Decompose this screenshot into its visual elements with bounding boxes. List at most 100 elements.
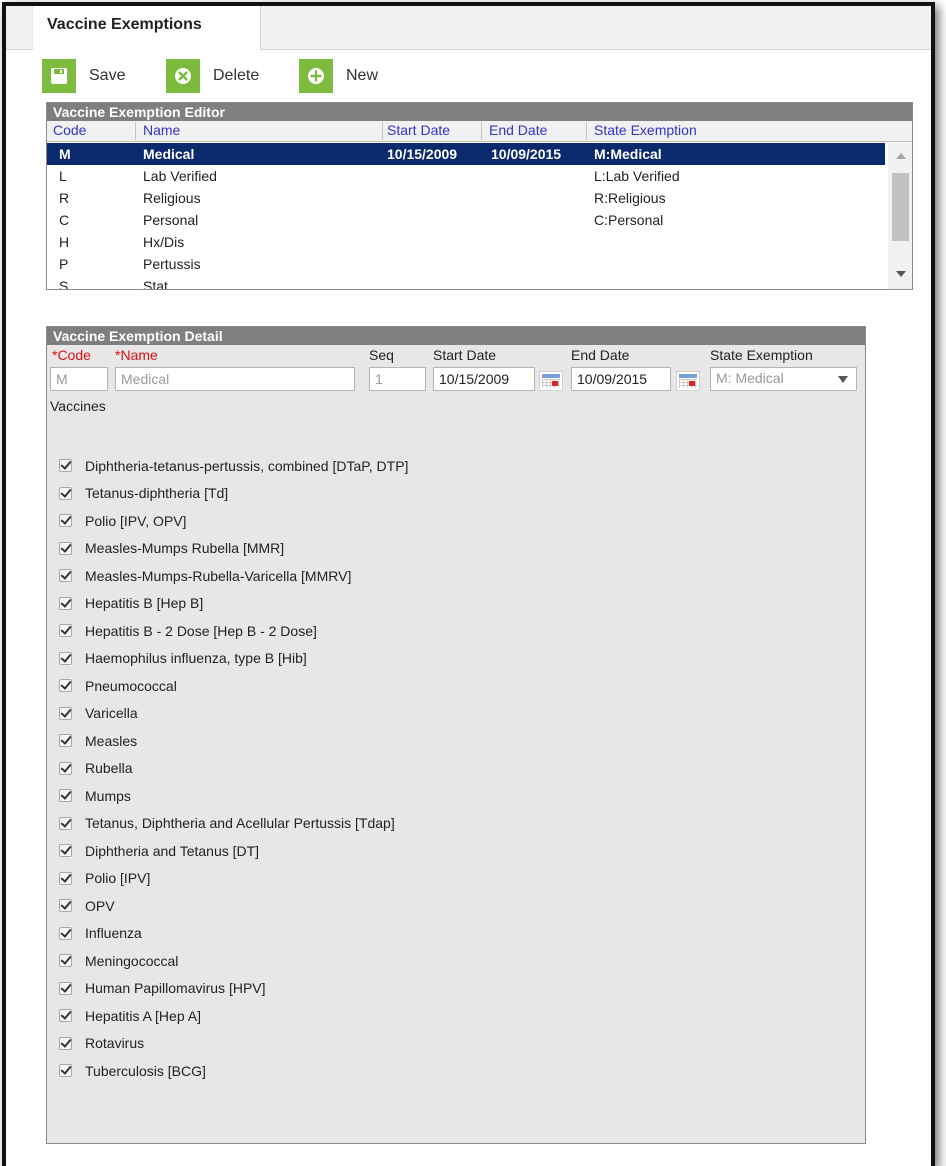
vaccine-checkbox[interactable] [59,816,72,830]
vaccine-label: Varicella [85,705,138,722]
state-exemption-select[interactable]: M: Medical [710,367,857,391]
vaccine-item: Diphtheria-tetanus-pertussis, combined [… [59,452,408,480]
vaccine-checkbox[interactable] [59,954,72,968]
vaccine-checkbox[interactable] [59,706,72,720]
vaccine-item: OPV [59,892,408,920]
cell-code: S [59,278,69,289]
vaccine-label: Measles [85,732,138,749]
state-exemption-value: M: Medical [716,370,784,386]
tab-vaccine-exemptions[interactable]: Vaccine Exemptions [32,6,261,50]
seq-field[interactable] [369,367,426,391]
vaccine-checkbox[interactable] [59,651,72,665]
column-end-date[interactable]: End Date [489,122,547,138]
vaccine-checkbox[interactable] [59,789,72,803]
column-start-date[interactable]: Start Date [387,122,450,138]
table-row[interactable]: R Religious R:Religious [47,187,885,209]
vaccine-checkbox[interactable] [59,899,72,913]
vaccine-checkbox[interactable] [59,871,72,885]
table-row[interactable]: H Hx/Dis [47,231,885,253]
cell-state-exemption: R:Religious [594,190,666,206]
table-row[interactable]: L Lab Verified L:Lab Verified [47,165,885,187]
column-name[interactable]: Name [143,122,180,138]
vaccine-label: Hepatitis B [Hep B] [85,595,204,612]
end-date-calendar-icon[interactable] [676,371,700,391]
vaccine-item: Influenza [59,920,408,948]
delete-label: Delete [213,67,260,84]
vaccine-checkbox[interactable] [59,514,72,528]
vaccine-item: Rotavirus [59,1030,408,1058]
cell-start-date: 10/15/2009 [387,146,458,162]
vaccine-checkbox[interactable] [59,569,72,583]
new-button[interactable]: New [299,59,378,93]
vaccine-checkbox[interactable] [59,679,72,693]
vaccine-checkbox[interactable] [59,734,72,748]
vaccine-label: Tetanus, Diphtheria and Acellular Pertus… [85,815,395,832]
vaccine-checkbox[interactable] [59,541,72,555]
column-code[interactable]: Code [53,122,86,138]
plus-icon [299,59,333,93]
save-icon [42,59,76,93]
vaccine-label: Measles-Mumps-Rubella-Varicella [MMRV] [85,567,352,584]
vaccine-label: Hepatitis B - 2 Dose [Hep B - 2 Dose] [85,622,317,639]
vaccine-item: Diphtheria and Tetanus [DT] [59,837,408,865]
vaccine-item: Polio [IPV] [59,865,408,893]
name-field[interactable] [115,367,355,391]
cell-name: Hx/Dis [143,234,185,250]
vaccine-label: Rubella [85,760,133,777]
vaccine-checkbox[interactable] [59,624,72,638]
vaccine-checkbox[interactable] [59,1064,72,1078]
editor-title: Vaccine Exemption Editor [47,103,912,121]
scroll-up-arrow-icon[interactable] [896,153,906,159]
table-row[interactable]: P Pertussis [47,253,885,275]
vaccine-checkbox[interactable] [59,926,72,940]
save-button[interactable]: Save [42,59,125,93]
start-date-calendar-icon[interactable] [539,371,563,391]
table-row[interactable]: M Medical 10/15/2009 10/09/2015 M:Medical [47,143,885,165]
cell-name: Personal [143,212,199,228]
cell-state-exemption: C:Personal [594,212,664,228]
vaccine-label: Influenza [85,925,142,942]
vaccine-label: Polio [IPV] [85,870,151,887]
vaccine-label: Diphtheria-tetanus-pertussis, combined [… [85,457,409,474]
code-label: *Code [52,347,91,363]
vaccine-item: Rubella [59,755,408,783]
end-date-label: End Date [571,347,630,363]
vaccine-checkbox[interactable] [59,844,72,858]
vaccine-checkbox[interactable] [59,1009,72,1023]
cell-code: P [59,256,69,272]
vaccine-label: Diphtheria and Tetanus [DT] [85,842,260,859]
code-field[interactable] [50,367,108,391]
vaccine-item: Measles-Mumps-Rubella-Varicella [MMRV] [59,562,408,590]
editor-column-header: Code Name Start Date End Date State Exem… [47,121,912,142]
end-date-field[interactable] [571,367,671,391]
editor-scrollbar[interactable] [888,143,912,289]
vaccine-label: Meningococcal [85,952,179,969]
scroll-down-arrow-icon[interactable] [896,271,906,277]
vaccine-checkbox[interactable] [59,1036,72,1050]
cell-state-exemption: M:Medical [594,146,662,162]
cell-end-date: 10/09/2015 [491,146,562,162]
vaccine-checkbox[interactable] [59,761,72,775]
start-date-field[interactable] [433,367,535,391]
scroll-thumb[interactable] [892,173,909,241]
delete-button[interactable]: Delete [166,59,259,93]
vaccine-item: Hepatitis A [Hep A] [59,1002,408,1030]
vaccine-item: Tuberculosis [BCG] [59,1057,408,1085]
vaccine-checkbox[interactable] [59,981,72,995]
cell-name: Lab Verified [143,168,217,184]
table-row[interactable]: S Stat [47,275,885,289]
seq-label: Seq [369,347,394,363]
vaccine-item: Tetanus, Diphtheria and Acellular Pertus… [59,810,408,838]
vaccine-checkbox[interactable] [59,486,72,500]
vaccine-checkbox[interactable] [59,596,72,610]
vaccine-checkbox[interactable] [59,459,72,473]
vaccine-label: Measles-Mumps Rubella [MMR] [85,540,285,557]
table-row[interactable]: C Personal C:Personal [47,209,885,231]
column-state-exemption[interactable]: State Exemption [594,122,697,138]
vaccine-label: Haemophilus influenza, type B [Hib] [85,650,307,667]
vaccine-item: Human Papillomavirus [HPV] [59,975,408,1003]
start-date-label: Start Date [433,347,497,363]
vaccine-item: Tetanus-diphtheria [Td] [59,480,408,508]
cell-code: C [59,212,70,228]
cell-code: L [59,168,67,184]
